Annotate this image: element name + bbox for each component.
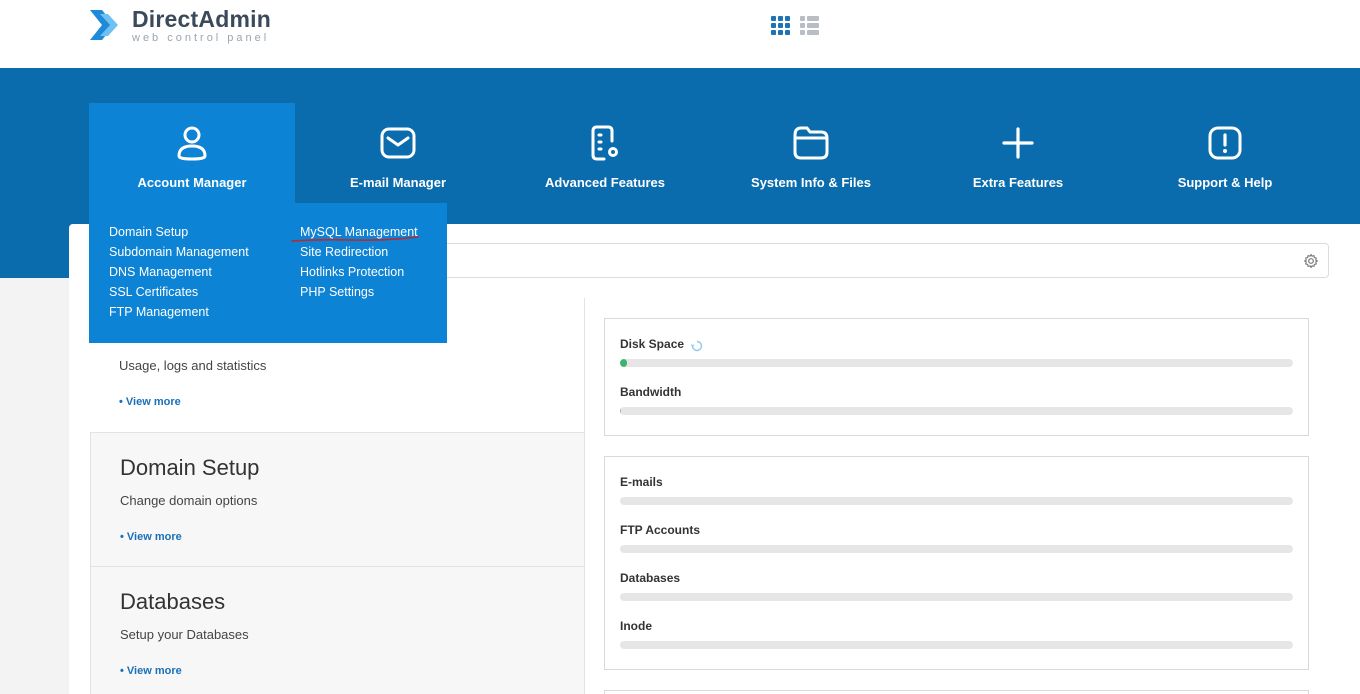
view-toggle [771, 16, 819, 35]
nav-label: Extra Features [972, 175, 1064, 190]
stat-label-disk-space: Disk Space [620, 337, 685, 351]
brand-logo[interactable]: DirectAdmin web control panel [88, 4, 271, 46]
menu-item-dns-management[interactable]: DNS Management [109, 265, 212, 279]
emails-bar [620, 497, 1293, 505]
menu-item-subdomain-management[interactable]: Subdomain Management [109, 245, 249, 259]
nav-advanced-features[interactable]: Advanced Features [502, 103, 708, 203]
databases-bar [620, 593, 1293, 601]
usage-panel: Disk Space Bandwidth [604, 318, 1309, 436]
brand-subtitle: web control panel [132, 32, 270, 44]
stat-label-inode: Inode [620, 619, 652, 633]
card-domain-setup[interactable]: Domain Setup Change domain options • Vie… [90, 432, 585, 567]
bandwidth-bar [620, 407, 1293, 415]
card-title: Databases [120, 589, 226, 614]
additional-panel [604, 690, 1309, 694]
nav-label: System Info & Files [751, 175, 871, 190]
nav-label: Advanced Features [545, 175, 665, 190]
inode-bar [620, 641, 1293, 649]
brand-title: DirectAdmin [132, 6, 271, 32]
nav-system-info[interactable]: System Info & Files [708, 103, 914, 203]
card-description: Setup your Databases [120, 627, 249, 642]
envelope-icon [380, 127, 416, 159]
page: DirectAdmin web control panel Account Ma… [0, 0, 1360, 694]
list-view-icon[interactable] [800, 16, 819, 35]
nav-label: Account Manager [137, 175, 247, 190]
card-description: Change domain options [120, 493, 258, 508]
settings-gear-icon[interactable] [1303, 253, 1319, 269]
user-icon [177, 126, 207, 161]
menu-item-domain-setup[interactable]: Domain Setup [109, 225, 188, 239]
ftp-accounts-bar [620, 545, 1293, 553]
nav-label: Support & Help [1177, 175, 1273, 190]
top-header: DirectAdmin web control panel [0, 0, 1360, 68]
nav-email-manager[interactable]: E-mail Manager [295, 103, 501, 203]
view-more-link[interactable]: • View more [120, 531, 182, 543]
search-bar[interactable] [447, 243, 1329, 278]
nav-extra-features[interactable]: Extra Features [915, 103, 1121, 203]
menu-item-hotlinks-protection[interactable]: Hotlinks Protection [300, 265, 404, 279]
nav-account-manager[interactable]: Account Manager [89, 103, 295, 203]
red-underline-annotation [291, 236, 419, 242]
card-title: Domain Setup [120, 455, 260, 480]
grid-view-icon[interactable] [771, 16, 790, 35]
bandwidth-bar-fill [620, 407, 622, 415]
nav-support-help[interactable]: Support & Help [1122, 103, 1328, 203]
document-gear-icon [591, 125, 618, 161]
account-manager-dropdown: Domain Setup Subdomain Management DNS Ma… [89, 203, 447, 343]
counts-panel: E-mails FTP Accounts Databases Inode [604, 456, 1309, 670]
card-databases[interactable]: Databases Setup your Databases • View mo… [90, 566, 585, 694]
loading-spinner-icon [691, 340, 703, 352]
menu-item-ssl-certificates[interactable]: SSL Certificates [109, 285, 198, 299]
view-more-link[interactable]: • View more [119, 396, 181, 408]
card-description: Usage, logs and statistics [119, 358, 267, 373]
menu-item-php-settings[interactable]: PHP Settings [300, 285, 374, 299]
stat-label-ftp-accounts: FTP Accounts [620, 523, 701, 537]
stat-label-emails: E-mails [620, 475, 663, 489]
menu-item-ftp-management[interactable]: FTP Management [109, 305, 209, 319]
menu-item-site-redirection[interactable]: Site Redirection [300, 245, 388, 259]
stat-label-databases: Databases [620, 571, 681, 585]
stat-label-bandwidth: Bandwidth [620, 385, 682, 399]
directadmin-logo-icon [90, 10, 118, 40]
view-more-link[interactable]: • View more [120, 665, 182, 677]
disk-space-bar [620, 359, 1293, 367]
alert-icon [1208, 126, 1242, 160]
folder-icon [793, 126, 829, 160]
nav-label: E-mail Manager [349, 175, 447, 190]
plus-icon [1002, 127, 1034, 159]
disk-space-bar-fill [620, 359, 627, 367]
main-nav: Account Manager E-mail Manager Advanced … [89, 103, 1329, 203]
